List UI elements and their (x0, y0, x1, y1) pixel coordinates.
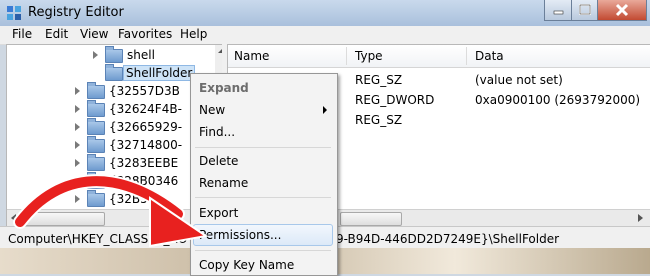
folder-icon (87, 190, 105, 207)
expand-arrow-icon[interactable] (75, 195, 80, 203)
scroll-left-icon[interactable] (11, 214, 16, 222)
column-divider[interactable] (346, 47, 347, 65)
menu-item-export[interactable]: Export (193, 202, 333, 224)
column-header-data[interactable]: Data (475, 49, 504, 63)
menu-item-label: Expand (199, 81, 249, 95)
menu-item-delete[interactable]: Delete (193, 150, 333, 172)
expand-arrow-icon[interactable] (75, 141, 80, 149)
menu-separator (195, 197, 331, 198)
menu-help[interactable]: Help (180, 27, 207, 41)
menu-item-find[interactable]: Find... (193, 121, 333, 143)
folder-icon (87, 154, 105, 171)
menu-favorites[interactable]: Favorites (118, 27, 172, 41)
tree-item-label: {32557D3B (109, 84, 180, 98)
tree-item-label: shell (127, 48, 155, 62)
value-data: 0xa0900100 (2693792000) (475, 93, 641, 107)
menu-item-label: New (199, 103, 226, 117)
folder-icon (87, 82, 105, 99)
menu-edit[interactable]: Edit (45, 27, 68, 41)
scroll-right-icon[interactable] (638, 214, 643, 222)
title-bar: Registry Editor (0, 0, 650, 26)
menu-bar: File Edit View Favorites Help (0, 26, 650, 45)
menu-item-label: Rename (199, 176, 249, 190)
menu-item-label: Find... (199, 125, 236, 139)
menu-item-label: Export (199, 206, 239, 220)
tree-item-label: {328B0346 (109, 174, 179, 188)
tree-item-label: {32624F4B- (109, 102, 182, 116)
folder-icon (87, 118, 105, 135)
close-button[interactable] (597, 0, 647, 21)
expand-arrow-icon[interactable] (75, 123, 80, 131)
tree-item-label: ShellFolder (123, 65, 196, 81)
value-data: (value not set) (475, 73, 563, 87)
value-type: REG_SZ (355, 73, 403, 87)
minimize-button[interactable] (544, 0, 573, 21)
expand-arrow-icon[interactable] (75, 105, 80, 113)
submenu-arrow-icon (323, 106, 327, 114)
tree-item-label: {32665929- (109, 120, 183, 134)
menu-separator (195, 147, 331, 148)
maximize-button[interactable] (571, 0, 599, 21)
expand-arrow-icon[interactable] (75, 159, 80, 167)
folder-icon (105, 64, 123, 81)
value-type: REG_DWORD (355, 93, 435, 107)
context-menu: Expand New Find... Delete Rename Export … (190, 73, 338, 276)
scroll-thumb[interactable] (340, 212, 402, 226)
menu-item-rename[interactable]: Rename (193, 172, 333, 194)
folder-icon (105, 46, 123, 63)
menu-file[interactable]: File (12, 27, 32, 41)
window-title: Registry Editor (28, 5, 124, 20)
menu-separator (195, 250, 331, 251)
folder-icon (87, 172, 105, 189)
minimize-icon (553, 10, 564, 15)
folder-icon (87, 136, 105, 153)
expand-arrow-icon[interactable] (75, 87, 80, 95)
registry-editor-icon (7, 6, 21, 20)
scroll-thumb[interactable] (23, 212, 105, 226)
status-path-end: 9-B94D-446DD2D7249E}\ShellFolder (336, 232, 560, 246)
maximize-icon (579, 4, 591, 15)
status-path: Computer\HKEY_CLASSES_RO (8, 232, 188, 246)
menu-item-expand: Expand (193, 77, 333, 99)
column-header-name[interactable]: Name (234, 49, 269, 63)
tree-item-label: {32B533 (109, 192, 164, 206)
menu-item-label: Permissions... (199, 228, 282, 242)
column-header-type[interactable]: Type (355, 49, 383, 63)
menu-item-copy-key-name[interactable]: Copy Key Name (193, 254, 333, 276)
value-type: REG_SZ (355, 113, 403, 127)
menu-view[interactable]: View (80, 27, 108, 41)
folder-icon (87, 100, 105, 117)
column-divider[interactable] (466, 47, 467, 65)
menu-item-new[interactable]: New (193, 99, 333, 121)
expand-arrow-icon[interactable] (75, 177, 80, 185)
list-header: Name Type Data (228, 45, 650, 68)
tree-item-label: {32714800- (109, 138, 183, 152)
menu-item-label: Copy Key Name (199, 258, 295, 272)
expand-arrow-icon[interactable] (93, 51, 98, 59)
menu-item-permissions[interactable]: Permissions... (193, 224, 333, 246)
tree-item-label: {3283EEBE (109, 156, 179, 170)
menu-item-label: Delete (199, 154, 239, 168)
close-icon (615, 3, 629, 17)
